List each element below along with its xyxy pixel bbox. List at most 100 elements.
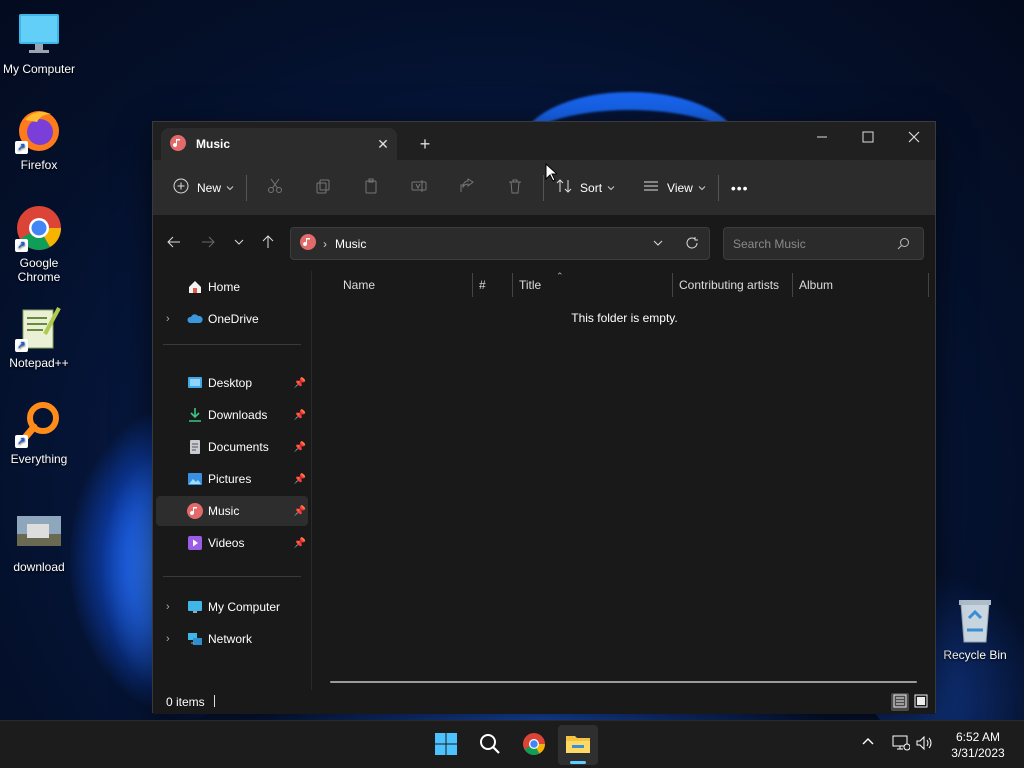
column-header-contributing-artists[interactable]: Contributing artists bbox=[672, 271, 792, 299]
details-view-button[interactable] bbox=[891, 693, 909, 711]
pane-splitter[interactable] bbox=[311, 271, 312, 691]
volume-icon[interactable] bbox=[916, 735, 934, 754]
start-button[interactable] bbox=[426, 725, 466, 765]
nav-item-music[interactable]: Music 📌 bbox=[156, 496, 308, 526]
desktop-icon-label: Firefox bbox=[20, 158, 58, 172]
sort-button[interactable]: Sort bbox=[548, 172, 623, 204]
desktop-icon-firefox[interactable]: ↗ Firefox bbox=[0, 106, 78, 172]
maximize-button[interactable] bbox=[845, 122, 891, 152]
command-bar: New Sort View ••• bbox=[153, 160, 935, 215]
desktop-icon-notepadpp[interactable]: ↗ Notepad++ bbox=[0, 304, 78, 370]
search-input[interactable] bbox=[733, 236, 893, 251]
tiles-view-button[interactable] bbox=[912, 693, 930, 711]
nav-item-home[interactable]: Home bbox=[156, 272, 308, 302]
new-tab-button[interactable]: + bbox=[413, 132, 437, 156]
close-window-button[interactable] bbox=[891, 122, 937, 152]
details-view-icon bbox=[893, 694, 907, 711]
chevron-right-icon[interactable]: › bbox=[166, 601, 170, 613]
arrow-left-icon bbox=[167, 235, 181, 252]
chevron-down-icon bbox=[607, 181, 615, 195]
paste-button[interactable] bbox=[347, 172, 395, 204]
forward-button[interactable] bbox=[196, 233, 220, 253]
column-divider[interactable] bbox=[928, 273, 929, 297]
navigation-pane: Home › OneDrive Desktop 📌 Downloads 📌 Do… bbox=[153, 271, 311, 691]
search-icon[interactable] bbox=[897, 237, 910, 253]
nav-item-label: Desktop bbox=[208, 376, 253, 390]
refresh-icon[interactable] bbox=[685, 236, 699, 253]
taskbar-search-button[interactable] bbox=[470, 725, 510, 765]
breadcrumb-music[interactable]: Music bbox=[335, 237, 366, 251]
nav-item-network[interactable]: › Network bbox=[156, 624, 308, 654]
column-header-name[interactable]: Name bbox=[336, 271, 472, 299]
chevron-right-icon[interactable]: › bbox=[166, 313, 170, 325]
desktop-icon-everything[interactable]: ↗ Everything bbox=[0, 400, 78, 466]
nav-item-onedrive[interactable]: › OneDrive bbox=[156, 304, 308, 334]
nav-item-documents[interactable]: Documents 📌 bbox=[156, 432, 308, 462]
recent-locations-button[interactable] bbox=[227, 233, 251, 253]
tiles-view-icon bbox=[914, 694, 928, 711]
close-tab-icon[interactable]: ✕ bbox=[369, 136, 397, 153]
new-button-label: New bbox=[197, 180, 222, 195]
copy-button[interactable] bbox=[299, 172, 347, 204]
minimize-button[interactable] bbox=[799, 122, 845, 152]
more-options-button[interactable]: ••• bbox=[723, 172, 757, 204]
share-button[interactable] bbox=[443, 172, 491, 204]
nav-item-downloads[interactable]: Downloads 📌 bbox=[156, 400, 308, 430]
pin-icon[interactable]: 📌 bbox=[294, 506, 306, 517]
address-bar[interactable]: › Music bbox=[290, 227, 710, 260]
toolbar-divider bbox=[246, 174, 248, 201]
desktop-icon-download[interactable]: download bbox=[0, 508, 78, 574]
taskbar-file-explorer-button[interactable] bbox=[558, 725, 598, 765]
desktop-icon-chrome[interactable]: ↗ Google Chrome bbox=[0, 204, 78, 284]
up-button[interactable] bbox=[256, 233, 280, 253]
notepadpp-icon: ↗ bbox=[15, 304, 63, 352]
desktop-icon-label: Google Chrome bbox=[17, 256, 61, 284]
breadcrumb-separator: › bbox=[323, 236, 327, 251]
address-row: › Music bbox=[153, 215, 935, 271]
taskbar-chrome-button[interactable] bbox=[514, 725, 554, 765]
address-history-chevron-icon[interactable] bbox=[653, 237, 663, 251]
rename-button[interactable] bbox=[395, 172, 443, 204]
pictures-icon bbox=[187, 471, 203, 487]
item-count: 0 items bbox=[166, 695, 205, 709]
column-header-number[interactable]: # bbox=[472, 271, 512, 299]
system-clock[interactable]: 6:52 AM 3/31/2023 bbox=[940, 729, 1016, 761]
chrome-icon bbox=[522, 732, 546, 759]
pin-icon[interactable]: 📌 bbox=[294, 538, 306, 549]
pin-icon[interactable]: 📌 bbox=[294, 378, 306, 389]
nav-item-label: Downloads bbox=[208, 408, 268, 422]
cut-button[interactable] bbox=[251, 172, 299, 204]
shortcut-arrow-icon: ↗ bbox=[15, 239, 28, 252]
recycle-bin-icon bbox=[951, 596, 999, 644]
horizontal-scrollbar[interactable] bbox=[330, 681, 917, 683]
sort-button-label: Sort bbox=[580, 180, 603, 195]
back-button[interactable] bbox=[162, 233, 186, 253]
chevron-right-icon[interactable]: › bbox=[166, 633, 170, 645]
tab-music[interactable]: Music ✕ bbox=[161, 128, 397, 160]
nav-item-my-computer[interactable]: › My Computer bbox=[156, 592, 308, 622]
new-button[interactable]: New bbox=[165, 172, 242, 204]
column-header-title[interactable]: Title bbox=[512, 271, 672, 299]
clock-date: 3/31/2023 bbox=[951, 746, 1005, 760]
nav-item-desktop[interactable]: Desktop 📌 bbox=[156, 368, 308, 398]
nav-item-pictures[interactable]: Pictures 📌 bbox=[156, 464, 308, 494]
view-button[interactable]: View bbox=[635, 172, 714, 204]
pin-icon[interactable]: 📌 bbox=[294, 442, 306, 453]
clock-time: 6:52 AM bbox=[955, 730, 1001, 744]
chevron-down-icon bbox=[226, 181, 234, 195]
delete-button[interactable] bbox=[491, 172, 539, 204]
desktop-icon-my-computer[interactable]: My Computer bbox=[0, 10, 78, 76]
desktop-icon-recycle-bin[interactable]: Recycle Bin bbox=[936, 596, 1014, 662]
desktop-folder-icon bbox=[187, 375, 203, 391]
nav-item-videos[interactable]: Videos 📌 bbox=[156, 528, 308, 558]
pin-icon[interactable]: 📌 bbox=[294, 410, 306, 421]
show-hidden-icons-chevron-icon[interactable] bbox=[861, 735, 875, 752]
nav-item-label: Pictures bbox=[208, 472, 252, 486]
nav-divider bbox=[163, 576, 301, 577]
pin-icon[interactable]: 📌 bbox=[294, 474, 306, 485]
trash-icon bbox=[507, 178, 523, 197]
column-header-album[interactable]: Album bbox=[792, 271, 928, 299]
rename-icon bbox=[411, 178, 427, 197]
toolbar-divider bbox=[717, 174, 719, 201]
network-status-icon[interactable] bbox=[892, 735, 911, 754]
